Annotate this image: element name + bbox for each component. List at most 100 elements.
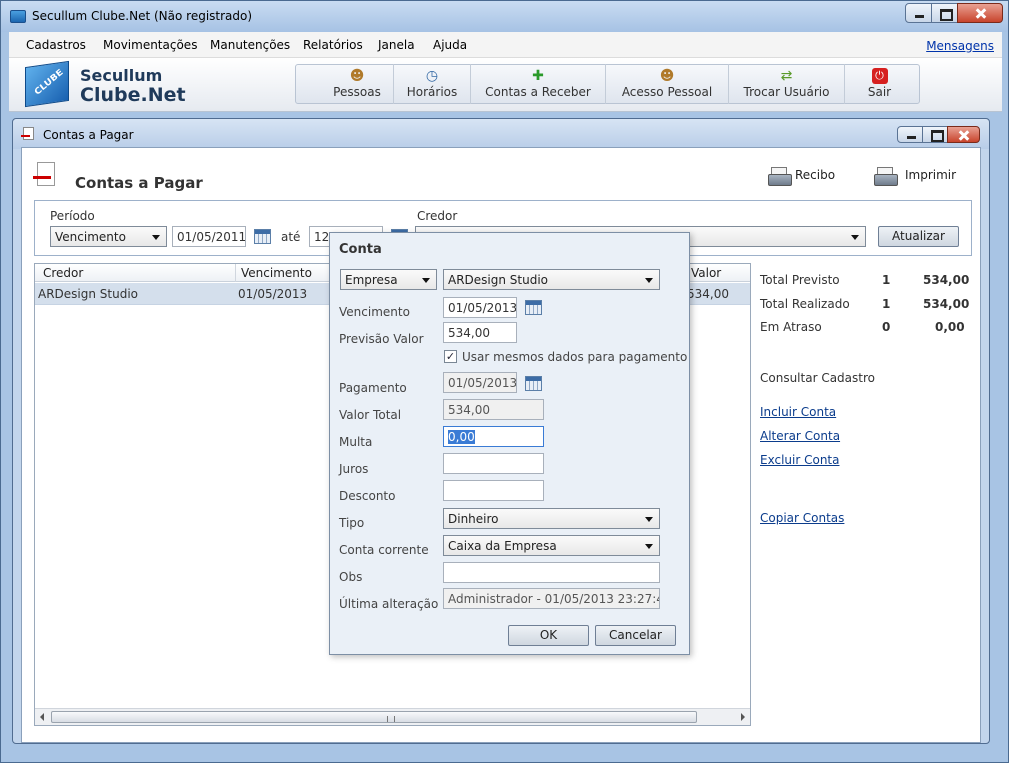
logo-badge: CLUBE: [33, 67, 66, 98]
pagamento-label: Pagamento: [339, 381, 407, 395]
menu-relatorios[interactable]: Relatórios: [303, 38, 363, 52]
people-icon: ☻: [349, 68, 365, 84]
toolbar-contas-receber-button[interactable]: ✚ Contas a Receber: [470, 64, 605, 104]
conta-dialog: Conta Empresa ARDesign Studio Vencimento…: [329, 232, 690, 655]
juros-label: Juros: [339, 462, 369, 476]
same-data-checkbox[interactable]: ✓: [444, 350, 457, 363]
toolbar-horarios-label: Horários: [406, 85, 458, 99]
em-atraso-label: Em Atraso: [760, 320, 822, 334]
column-vencimento[interactable]: Vencimento: [241, 266, 312, 280]
copiar-contas-link[interactable]: Copiar Contas: [760, 511, 844, 525]
imprimir-printer-icon[interactable]: [874, 167, 898, 186]
cancel-button[interactable]: Cancelar: [595, 625, 676, 646]
child-minimize-button[interactable]: [897, 126, 923, 143]
alterar-conta-link[interactable]: Alterar Conta: [760, 429, 840, 443]
menu-movimentacoes[interactable]: Movimentações: [103, 38, 197, 52]
clube-app-icon: [10, 10, 26, 23]
menu-cadastros[interactable]: Cadastros: [26, 38, 86, 52]
pagamento-input[interactable]: 01/05/2013: [443, 372, 517, 393]
em-atraso-count: 0: [882, 320, 891, 334]
grid-horizontal-scrollbar[interactable]: [35, 708, 750, 725]
ok-button[interactable]: OK: [508, 625, 589, 646]
toolbar-horarios-button[interactable]: ◷ Horários: [393, 64, 470, 104]
consultar-cadastro-label: Consultar Cadastro: [760, 371, 875, 385]
pagamento-calendar-icon[interactable]: [525, 376, 542, 391]
toolbar-sair-button[interactable]: ⏻ Sair: [844, 64, 914, 104]
child-maximize-button[interactable]: [922, 126, 948, 143]
cell-vencimento: 01/05/2013: [238, 287, 308, 301]
entity-type-select[interactable]: Empresa: [340, 269, 437, 290]
menu-ajuda[interactable]: Ajuda: [433, 38, 467, 52]
window-controls: [905, 3, 1003, 23]
page-title: Contas a Pagar: [75, 174, 203, 192]
em-atraso-value: 0,00: [935, 320, 965, 334]
imprimir-button[interactable]: Imprimir: [905, 168, 956, 182]
excluir-conta-link[interactable]: Excluir Conta: [760, 453, 839, 467]
minimize-button[interactable]: [905, 3, 932, 23]
schedule-icon: ◷: [425, 68, 439, 84]
periodo-label: Período: [50, 209, 95, 223]
multa-input[interactable]: 0,00: [443, 426, 544, 447]
vencimento-input[interactable]: 01/05/2013: [443, 297, 517, 318]
child-window-title: Contas a Pagar: [43, 128, 134, 142]
total-realizado-label: Total Realizado: [760, 297, 850, 311]
recibo-printer-icon[interactable]: [768, 167, 792, 186]
toolbar-acesso-pessoal-label: Acesso Pessoal: [621, 85, 713, 99]
child-close-button[interactable]: [947, 126, 980, 143]
dialog-title: Conta: [339, 242, 382, 257]
main-toolbar: CLUBE Secullum Clube.Net ☻ Pessoas ◷ Hor…: [9, 58, 1002, 112]
toolbar-pessoas-label: Pessoas: [333, 85, 381, 99]
periodo-select[interactable]: Vencimento: [50, 226, 167, 247]
maximize-button[interactable]: [931, 3, 958, 23]
messages-link[interactable]: Mensagens: [926, 39, 994, 53]
date-from-calendar-icon[interactable]: [254, 229, 271, 244]
scroll-left-icon[interactable]: [40, 713, 44, 721]
scroll-right-icon[interactable]: [741, 713, 745, 721]
menu-janela[interactable]: Janela: [378, 38, 415, 52]
close-button[interactable]: [957, 3, 1003, 23]
vencimento-label: Vencimento: [339, 305, 410, 319]
app-window: Secullum Clube.Net (Não registrado) Cada…: [0, 0, 1009, 763]
conta-corrente-select[interactable]: Caixa da Empresa: [443, 535, 660, 556]
child-window-controls: [897, 126, 980, 143]
toolbar-pessoas-button[interactable]: ☻ Pessoas: [321, 64, 393, 104]
document-icon: [21, 127, 34, 140]
credor-label: Credor: [417, 209, 458, 223]
toolbar-trocar-usuario-button[interactable]: ⇄ Trocar Usuário: [728, 64, 844, 104]
column-valor[interactable]: Valor: [691, 266, 721, 280]
desconto-input[interactable]: [443, 480, 544, 501]
menu-bar: Cadastros Movimentações Manutenções Rela…: [9, 32, 1002, 58]
toolbar-acesso-pessoal-button[interactable]: ☻ Acesso Pessoal: [605, 64, 728, 104]
atualizar-button[interactable]: Atualizar: [878, 226, 959, 247]
switch-user-icon: ⇄: [780, 68, 793, 84]
juros-input[interactable]: [443, 453, 544, 474]
total-previsto-value: 534,00: [923, 273, 970, 287]
valor-total-input[interactable]: 534,00: [443, 399, 544, 420]
scroll-grip-icon: [387, 716, 395, 722]
column-credor[interactable]: Credor: [43, 266, 83, 280]
scroll-thumb[interactable]: [51, 711, 697, 723]
total-realizado-value: 534,00: [923, 297, 970, 311]
child-title-bar: Contas a Pagar: [13, 119, 989, 149]
window-title: Secullum Clube.Net (Não registrado): [32, 9, 253, 23]
same-data-label: Usar mesmos dados para pagamento: [462, 350, 688, 364]
multa-label: Multa: [339, 435, 373, 449]
entity-name-select[interactable]: ARDesign Studio: [443, 269, 660, 290]
power-icon: ⏻: [871, 68, 888, 84]
contas-pagar-icon: [33, 162, 55, 186]
logo-text-secullum: Secullum: [80, 66, 163, 85]
tipo-select[interactable]: Dinheiro: [443, 508, 660, 529]
recibo-button[interactable]: Recibo: [795, 168, 835, 182]
vencimento-calendar-icon[interactable]: [525, 300, 542, 315]
date-from-input[interactable]: 01/05/2011: [172, 226, 246, 247]
desconto-label: Desconto: [339, 489, 396, 503]
menu-manutencoes[interactable]: Manutenções: [210, 38, 290, 52]
obs-input[interactable]: [443, 562, 660, 583]
total-realizado-count: 1: [882, 297, 891, 311]
previsao-valor-label: Previsão Valor: [339, 332, 424, 346]
toolbar-trocar-usuario-label: Trocar Usuário: [743, 85, 830, 99]
ultima-alteracao-label: Última alteração: [339, 597, 439, 611]
incluir-conta-link[interactable]: Incluir Conta: [760, 405, 836, 419]
ate-label: até: [281, 230, 301, 244]
previsao-valor-input[interactable]: 534,00: [443, 322, 517, 343]
